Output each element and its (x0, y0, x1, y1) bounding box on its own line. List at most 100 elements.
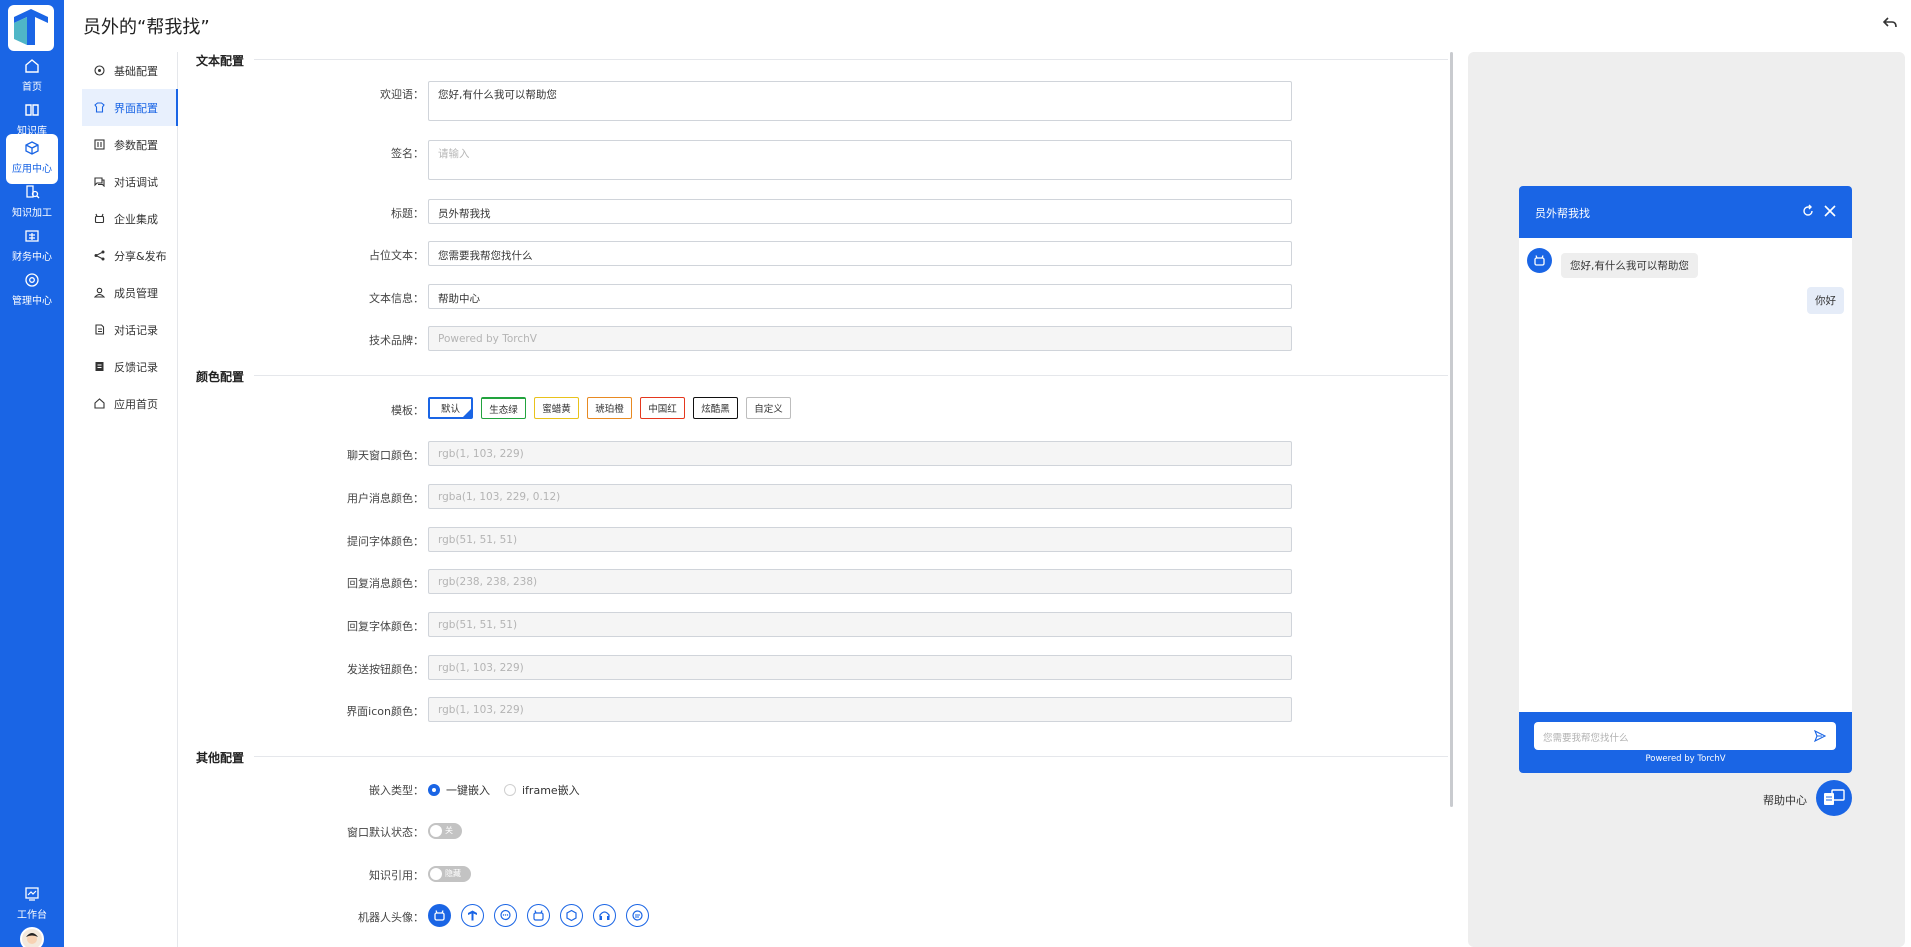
subnav-app-home[interactable]: 应用首页 (82, 385, 178, 422)
section-divider (254, 756, 1448, 757)
chat-footer: 您需要我帮您找什么 Powered by TorchV (1519, 712, 1852, 773)
shirt-icon (94, 102, 105, 113)
info-label: 文本信息： (369, 292, 424, 305)
subnav-basic[interactable]: 基础配置 (82, 52, 178, 89)
template-custom[interactable]: 自定义 (746, 397, 791, 419)
bot-avatar (1527, 248, 1552, 273)
chat-input-placeholder: 您需要我帮您找什么 (1543, 733, 1629, 744)
chat-title: 员外帮我找 (1535, 207, 1590, 220)
subnav-records[interactable]: 对话记录 (82, 311, 178, 348)
template-orange[interactable]: 琥珀橙 (587, 397, 632, 419)
brand-input: Powered by TorchV (428, 326, 1292, 351)
signature-textarea[interactable]: 请输入 (428, 140, 1292, 180)
window-state-toggle[interactable]: 关 (428, 823, 462, 839)
info-input[interactable]: 帮助中心 (428, 284, 1292, 309)
color-label: 发送按钮颜色： (347, 663, 424, 676)
embed-radio-iframe[interactable] (504, 784, 516, 796)
knowledge-label: 知识引用： (369, 869, 424, 882)
subnav-params[interactable]: 参数配置 (82, 126, 178, 163)
rail-item-home[interactable]: 首页 (6, 52, 58, 102)
subnav-integration[interactable]: 企业集成 (82, 200, 178, 237)
embed-type-group: 一键嵌入 iframe嵌入 (428, 782, 580, 798)
refresh-icon[interactable] (1801, 204, 1815, 218)
template-green[interactable]: 生态绿 (481, 397, 526, 419)
subnav-label: 反馈记录 (114, 360, 158, 374)
android-icon (533, 910, 544, 921)
rail-label: 财务中心 (12, 252, 52, 263)
template-picker: 默认 生态绿 蜜蜡黄 琥珀橙 中国红 炫酷黑 自定义 (428, 397, 791, 419)
subnav-members[interactable]: 成员管理 (82, 274, 178, 311)
form-scrollbar[interactable] (1450, 52, 1453, 807)
document-icon (95, 324, 105, 335)
help-center-label: 帮助中心 (1763, 794, 1807, 807)
rail-item-workbench[interactable]: 工作台 (6, 880, 58, 930)
service-icon (632, 910, 643, 921)
subnav-label: 成员管理 (114, 286, 158, 300)
knowledge-toggle[interactable]: 隐藏 (428, 866, 471, 882)
avatar-option-cube[interactable] (560, 904, 583, 927)
subnav-label: 对话调试 (114, 175, 158, 189)
section-title-text: 文本配置 (196, 54, 245, 68)
cube-icon (25, 141, 39, 155)
brand-label: 技术品牌： (369, 334, 424, 347)
headset-icon (599, 911, 610, 920)
template-yellow[interactable]: 蜜蜡黄 (534, 397, 579, 419)
chat-preview-window: 员外帮我找 您好,有什么我可以帮助您 你好 您需要我帮您找什么 Powered … (1519, 186, 1852, 773)
rail-label: 首页 (22, 82, 42, 93)
finance-icon (25, 230, 39, 242)
chat-icon (94, 177, 105, 187)
template-label: 模板： (391, 404, 424, 417)
rail-item-app-center[interactable]: 应用中心 (6, 134, 58, 184)
template-red[interactable]: 中国红 (640, 397, 685, 419)
avatar-option-logo[interactable] (461, 904, 484, 927)
chat-window-color-input: rgb(1, 103, 229) (428, 441, 1292, 466)
help-center-button[interactable] (1816, 780, 1852, 816)
user-avatar[interactable] (20, 927, 44, 947)
robot-icon (1534, 255, 1545, 266)
subnav-feedback[interactable]: 反馈记录 (82, 348, 178, 385)
section-title-color: 颜色配置 (196, 370, 245, 384)
left-rail: 首页 知识库 应用中心 知识加工 财务中心 管理中心 工作台 (0, 0, 64, 947)
color-label: 回复消息颜色： (347, 577, 424, 590)
bot-avatar-picker (428, 904, 649, 927)
window-state-label: 窗口默认状态： (347, 826, 424, 839)
share-icon (94, 250, 105, 261)
rail-label: 工作台 (17, 910, 47, 921)
user-message-color-input: rgba(1, 103, 229, 0.12) (428, 484, 1292, 509)
question-font-color-input: rgb(51, 51, 51) (428, 527, 1292, 552)
send-icon[interactable] (1814, 730, 1826, 742)
page-title: 员外的“帮我找” (83, 17, 210, 38)
subnav-debug[interactable]: 对话调试 (82, 163, 178, 200)
avatar-option-android[interactable] (527, 904, 550, 927)
reply-message-color-input: rgb(238, 238, 238) (428, 569, 1292, 594)
close-icon[interactable] (1823, 204, 1837, 218)
embed-radio-oneclick[interactable] (428, 784, 440, 796)
welcome-textarea[interactable]: 您好,有什么我可以帮助您 (428, 81, 1292, 121)
subnav-label: 对话记录 (114, 323, 158, 337)
rail-item-finance[interactable]: 财务中心 (6, 222, 58, 272)
doc-search-icon (26, 185, 40, 199)
avatar-option-robot[interactable] (428, 904, 451, 927)
color-label: 提问字体颜色： (347, 535, 424, 548)
title-input[interactable]: 员外帮我找 (428, 199, 1292, 224)
subnav-share[interactable]: 分享&发布 (82, 237, 178, 274)
user-message: 你好 (1807, 287, 1844, 314)
subnav-ui[interactable]: 界面配置 (82, 89, 178, 126)
chat-input[interactable]: 您需要我帮您找什么 (1534, 722, 1836, 750)
placeholder-input[interactable]: 您需要我帮您找什么 (428, 241, 1292, 266)
app-logo[interactable] (8, 5, 54, 51)
avatar-option-service[interactable] (626, 904, 649, 927)
title-label: 标题： (391, 207, 424, 220)
back-icon[interactable] (1883, 17, 1897, 29)
rail-item-processing[interactable]: 知识加工 (6, 178, 58, 228)
robot-icon (94, 213, 105, 224)
template-black[interactable]: 炫酷黑 (693, 397, 738, 419)
template-default[interactable]: 默认 (428, 397, 473, 419)
avatar-option-support[interactable] (593, 904, 616, 927)
avatar-option-chat[interactable] (494, 904, 517, 927)
subnav-label: 应用首页 (114, 397, 158, 411)
signature-label: 签名： (391, 147, 424, 160)
home-icon (94, 398, 105, 409)
embed-option-label: 一键嵌入 (446, 784, 490, 797)
rail-item-admin[interactable]: 管理中心 (6, 266, 58, 316)
